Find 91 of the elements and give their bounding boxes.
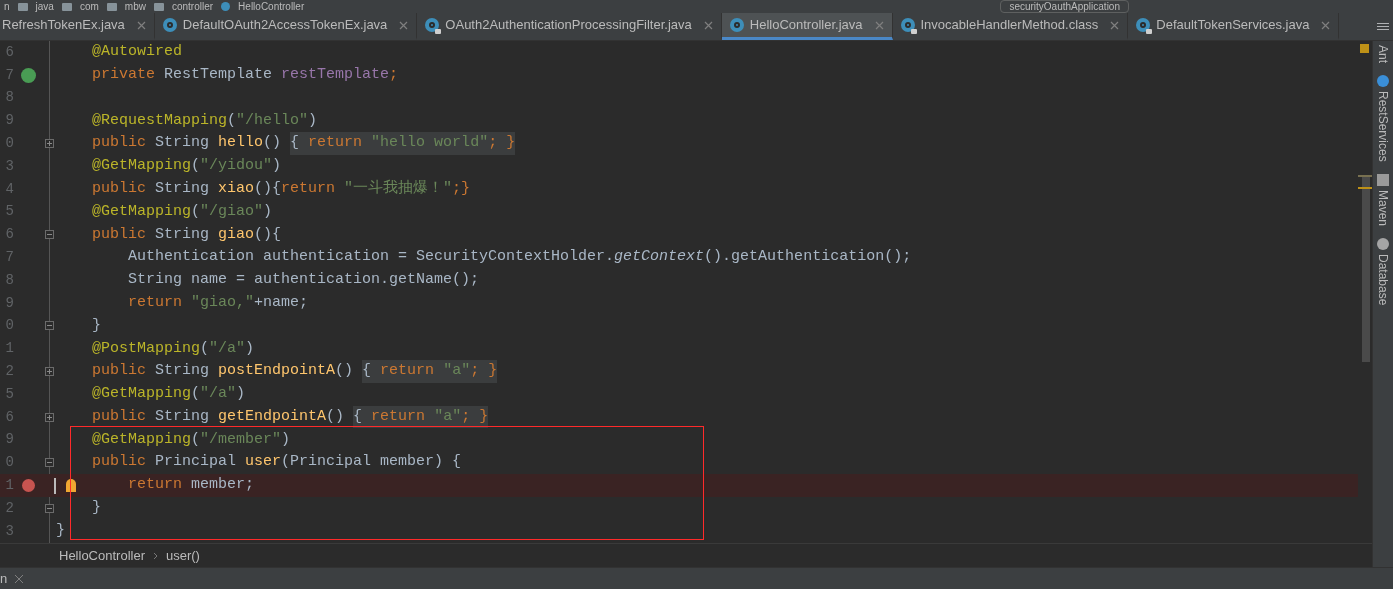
line-number: 9 (4, 111, 14, 131)
code-line: return "giao,"+name; (127, 292, 309, 313)
code-line: } (91, 498, 101, 519)
breadcrumb-item[interactable]: HelloController (238, 0, 305, 13)
editor-tab[interactable]: OAuth2AuthenticationProcessingFilter.java (417, 13, 722, 40)
line-number: 5 (4, 384, 14, 404)
breadcrumb-item[interactable]: mbw (124, 0, 146, 13)
light-bulb-icon[interactable] (66, 479, 76, 493)
line-number: 7 (4, 248, 14, 268)
close-icon[interactable] (1110, 20, 1120, 30)
code-line: @GetMapping("/a") (91, 384, 246, 405)
line-number: 4 (4, 179, 14, 199)
folder-icon (153, 2, 164, 11)
editor-tab[interactable]: RefreshTokenEx.java (0, 13, 155, 40)
fold-collapse-icon[interactable] (44, 503, 54, 513)
line-number: 0 (4, 453, 14, 473)
code-line: public String giao(){ (91, 224, 282, 245)
breadcrumb-item[interactable]: HelloController (59, 545, 145, 566)
tool-window-button[interactable]: Ant (1374, 45, 1392, 63)
line-number: 2 (4, 498, 14, 518)
fold-collapse-icon[interactable] (44, 458, 54, 468)
editor-tab[interactable]: InvocableHandlerMethod.class (892, 13, 1129, 40)
warning-marker (1360, 44, 1369, 53)
fold-expand-icon[interactable] (44, 412, 54, 422)
line-number: 9 (4, 430, 14, 450)
folder-icon (17, 2, 28, 11)
close-icon[interactable] (399, 20, 409, 30)
class-icon (221, 2, 231, 11)
tool-tab[interactable]: n (0, 568, 24, 589)
fold-collapse-icon[interactable] (44, 321, 54, 331)
code-line: public String postEndpointA() { return "a"; } (56, 360, 498, 383)
tool-window-button[interactable]: Maven (1374, 173, 1392, 226)
tool-window-button[interactable]: RestServices (1374, 75, 1392, 162)
class-icon (162, 18, 177, 32)
close-icon[interactable] (703, 20, 713, 30)
line-number: 3 (4, 521, 14, 541)
breakpoint-icon[interactable] (21, 479, 35, 493)
scroll-thumb[interactable] (1362, 177, 1370, 362)
code-line: Authentication authentication = SecurityContextHolder.getContext().getAuthentication(); (127, 247, 912, 268)
line-number: 2 (4, 362, 14, 382)
line-number: 6 (4, 225, 14, 245)
close-icon[interactable] (1321, 20, 1331, 30)
line-number: 0 (4, 134, 14, 154)
breadcrumb-item[interactable]: user() (166, 545, 200, 566)
breadcrumb-item[interactable]: n (4, 0, 10, 13)
editor-tab[interactable]: DefaultOAuth2AccessTokenEx.java (154, 13, 418, 40)
code-line: public String getEndpointA() { return "a"; } (56, 405, 489, 429)
editor-tab[interactable]: HelloController.java (721, 13, 893, 40)
code-line: return member; (56, 474, 255, 497)
scroll-marker (1358, 187, 1372, 189)
text-cursor (54, 477, 56, 494)
breadcrumb-item[interactable]: com (79, 0, 99, 13)
code-line: @GetMapping("/giao") (91, 201, 273, 222)
fold-expand-icon[interactable] (44, 139, 54, 149)
line-number: 5 (4, 202, 14, 222)
bean-icon[interactable] (20, 67, 36, 83)
code-line: @Autowired (91, 42, 183, 63)
line-number: 8 (4, 88, 14, 108)
code-line: } (91, 315, 101, 336)
folder-icon (61, 2, 72, 11)
code-line: public String xiao(){return "一斗我抽爆！";} (91, 178, 471, 199)
close-icon[interactable] (15, 574, 24, 583)
code-line: @PostMapping("/a") (91, 338, 255, 359)
code-line: @RequestMapping("/hello") (91, 110, 318, 131)
line-number: 1 (4, 339, 14, 359)
class-icon (729, 18, 744, 32)
code-line: @GetMapping("/yidou") (91, 156, 282, 177)
fold-expand-icon[interactable] (44, 367, 54, 377)
close-icon[interactable] (136, 20, 146, 30)
line-number: 6 (4, 42, 14, 62)
line-number: 9 (4, 293, 14, 313)
code-line: public Principal user(Principal member) { (91, 452, 462, 473)
line-number: 0 (4, 316, 14, 336)
code-line: public String hello() { return "hello world"; } (56, 132, 516, 155)
breadcrumb-item[interactable]: java (35, 0, 54, 13)
editor-tab[interactable]: DefaultTokenServices.java (1128, 13, 1340, 40)
scroll-marker (1358, 175, 1372, 177)
code-line: } (56, 520, 65, 541)
fold-collapse-icon[interactable] (44, 230, 54, 240)
line-number: 8 (4, 270, 14, 290)
folder-icon (106, 2, 117, 11)
code-line: String name = authentication.getName(); (127, 270, 480, 291)
line-number: 7 (4, 65, 14, 85)
tool-window-button[interactable]: Database (1374, 237, 1392, 306)
line-number: 3 (4, 156, 14, 176)
breadcrumb-item[interactable]: controller (171, 0, 214, 13)
code-line: private RestTemplate restTemplate; (91, 64, 399, 85)
chevron-icon (153, 551, 158, 560)
code-line: @GetMapping("/member") (91, 429, 291, 450)
line-number: 1 (4, 476, 14, 496)
line-number: 6 (4, 407, 14, 427)
